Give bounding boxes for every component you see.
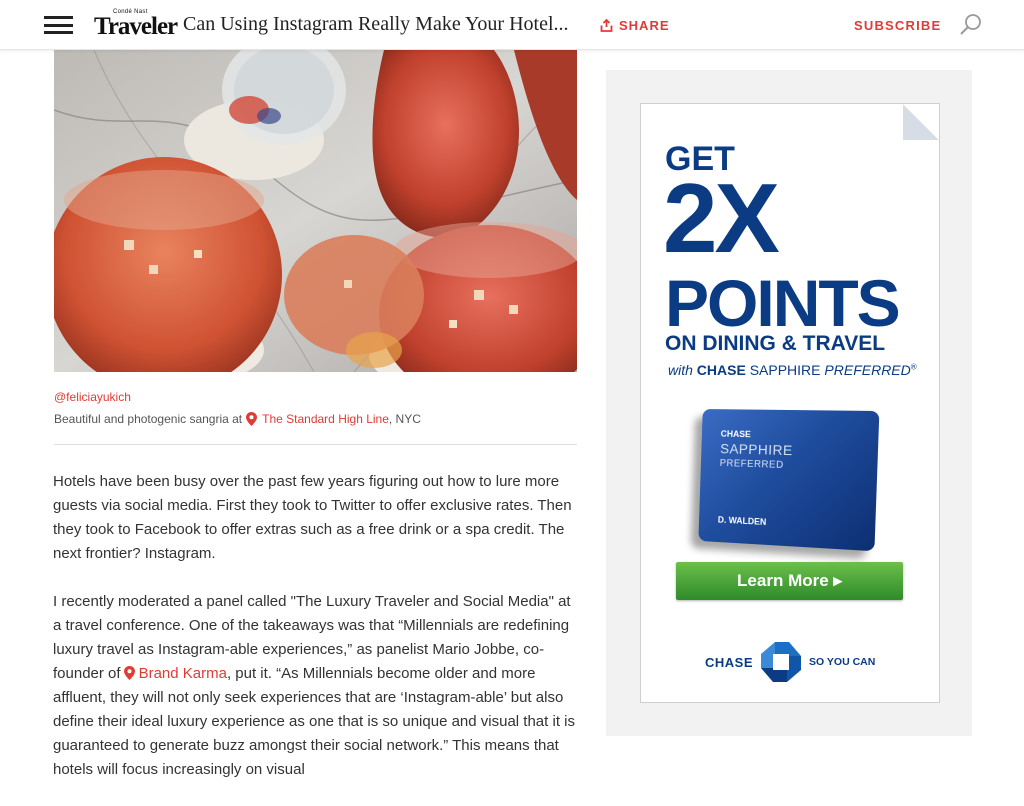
card-product-line2: PREFERRED <box>719 458 784 471</box>
location-pin-icon <box>123 666 135 680</box>
credit-card-image: CHASE SAPPHIRE PREFERRED D. WALDEN <box>698 409 880 552</box>
chase-tagline: SO YOU CAN <box>809 656 876 668</box>
article-paragraph: Hotels have been busy over the past few … <box>53 473 572 562</box>
ad-with-line: with CHASE SAPPHIRE PREFERRED® <box>668 362 917 378</box>
share-button[interactable]: SHARE <box>600 18 670 33</box>
subscribe-link[interactable]: SUBSCRIBE <box>854 18 941 33</box>
article-paragraph: I recently moderated a panel called "The… <box>53 590 580 782</box>
logo-wordmark: Traveler <box>94 13 178 40</box>
ad-registered-mark: ® <box>910 362 917 372</box>
card-holder-name: D. WALDEN <box>717 514 767 527</box>
menu-icon[interactable] <box>44 16 73 34</box>
card-brand: CHASE <box>720 428 751 440</box>
share-label: SHARE <box>619 18 670 33</box>
ad-sapphire-word: SAPPHIRE <box>749 362 821 378</box>
ad-2x-text: 2X <box>663 163 780 273</box>
ad-points-text: POINTS <box>665 266 901 340</box>
share-icon <box>600 19 613 32</box>
caption-text: Beautiful and photogenic sangria at <box>54 412 243 426</box>
search-icon <box>960 14 981 35</box>
card-product-line1: SAPPHIRE <box>719 440 794 459</box>
site-logo[interactable]: Condé Nast Traveler <box>93 9 178 40</box>
paragraph-text: , put it. “As Millennials become older a… <box>53 665 575 778</box>
caption-city: , NYC <box>388 412 421 426</box>
chase-octagon-icon <box>761 642 802 682</box>
ad-dining-text: ON DINING & TRAVEL <box>665 332 886 355</box>
search-button[interactable] <box>958 12 984 38</box>
chase-wordmark: CHASE <box>705 654 754 670</box>
caption-location-link[interactable]: The Standard High Line <box>262 412 389 426</box>
location-pin-icon <box>246 412 258 426</box>
brand-karma-link[interactable]: Brand Karma <box>139 665 227 682</box>
learn-more-button[interactable]: Learn More ▸ <box>676 562 903 600</box>
ad-with-word: with <box>668 362 693 378</box>
ad-chase-word: CHASE <box>696 362 746 378</box>
photo-credit-link[interactable]: @feliciayukich <box>54 390 131 404</box>
site-header: Condé Nast Traveler Can Using Instagram … <box>0 0 1024 50</box>
photo-caption: Beautiful and photogenic sangria at The … <box>54 412 421 426</box>
caption-divider <box>54 444 577 445</box>
chase-footer-logo: CHASE SO YOU CAN <box>705 640 875 684</box>
chase-sapphire-ad[interactable]: GET 2X POINTS ON DINING & TRAVEL with CH… <box>640 103 940 703</box>
ad-preferred-word: PREFERRED <box>824 362 911 378</box>
article-body: Hotels have been busy over the past few … <box>53 470 580 806</box>
ad-corner-fold <box>903 104 939 140</box>
article-headline: Can Using Instagram Really Make Your Hot… <box>183 13 569 35</box>
article-photo <box>54 50 577 372</box>
